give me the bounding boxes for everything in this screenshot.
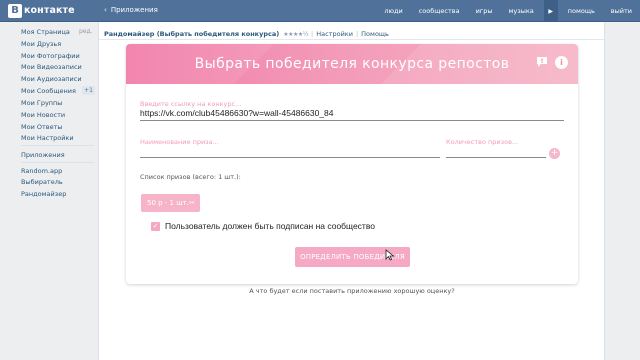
top-bar: В контакте ‹ Приложения люди сообщества …	[0, 0, 640, 22]
nav-people[interactable]: люди	[376, 0, 410, 22]
sidebar-item-chooser[interactable]: Выбиратель	[21, 178, 63, 186]
add-prize-button[interactable]: +	[549, 148, 560, 159]
sidebar-divider	[21, 145, 94, 146]
back-label: Приложения	[110, 6, 158, 14]
remove-prize-icon[interactable]: ✂	[189, 194, 195, 212]
prize-name-underline	[140, 157, 440, 158]
sidebar-item-answers[interactable]: Мои Ответы	[21, 123, 63, 131]
vk-logo-text: контакте	[24, 5, 75, 16]
top-nav: люди сообщества игры музыка ▶ помощь вый…	[376, 0, 640, 22]
info-icon[interactable]: i	[555, 56, 568, 69]
nav-logout[interactable]: выйти	[603, 0, 640, 22]
sidebar-item-apps[interactable]: Приложения	[21, 151, 65, 159]
header-divider	[99, 39, 604, 40]
sidebar-item-news[interactable]: Мои Новости	[21, 111, 65, 119]
sidebar-item-messages[interactable]: Мои Сообщения	[21, 87, 76, 95]
back-to-apps-link[interactable]: ‹ Приложения	[104, 6, 158, 14]
sidebar-item-randomizer[interactable]: Рандомайзер	[21, 190, 66, 198]
app-title[interactable]: Рандомайзер (Выбрать победителя конкурса…	[104, 30, 279, 38]
sidebar-item-my-page[interactable]: Моя Страница	[21, 28, 70, 36]
prize-list-label: Список призов (всего: 1 шт.):	[140, 173, 241, 181]
nav-games[interactable]: игры	[468, 0, 501, 22]
rating-stars-icon: ★★★★½	[283, 30, 309, 38]
message-icon-svg	[537, 57, 547, 67]
prize-chip[interactable]: 50 р - 1 шт. ✂	[141, 194, 200, 212]
nav-communities[interactable]: сообщества	[411, 0, 468, 22]
sidebar-divider	[21, 162, 94, 163]
chevron-left-icon: ‹	[104, 6, 107, 14]
prize-count-underline	[446, 157, 546, 158]
link-field-label: Введите ссылку на конкурс...	[140, 100, 242, 108]
help-link[interactable]: Помощь	[361, 30, 389, 38]
card-banner: Выбрать победителя конкурса репостов i	[126, 44, 578, 84]
sidebar-item-friends[interactable]: Мои Друзья	[21, 40, 61, 48]
sidebar-item-groups[interactable]: Мои Группы	[21, 99, 62, 107]
nav-music[interactable]: музыка	[500, 0, 541, 22]
message-icon[interactable]	[535, 56, 549, 70]
card-title: Выбрать победителя конкурса репостов	[194, 56, 510, 72]
prize-name-input[interactable]: Наименование приза...	[140, 138, 219, 146]
mouse-cursor-icon	[385, 249, 395, 261]
nav-help[interactable]: помощь	[560, 0, 603, 22]
vk-logo[interactable]: В контакте	[8, 3, 75, 18]
subscribe-checkbox-label[interactable]: Пользователь должен быть подписан на соо…	[165, 221, 375, 231]
subscribe-checkbox[interactable]: ✓	[151, 222, 160, 231]
rating-question-link[interactable]: А что будет если поставить приложению хо…	[0, 287, 640, 295]
link-field-input[interactable]: https://vk.com/club45486630?w=wall-45486…	[140, 108, 334, 118]
link-field-underline	[140, 120, 564, 121]
settings-link[interactable]: Настройки	[316, 30, 353, 38]
prize-chip-label: 50 р - 1 шт.	[147, 199, 189, 207]
sidebar-item-audio[interactable]: Мои Аудиозаписи	[21, 75, 82, 83]
sidebar-item-settings[interactable]: Мои Настройки	[21, 134, 74, 142]
sidebar-item-photos[interactable]: Мои Фотографии	[21, 52, 80, 60]
app-header: Рандомайзер (Выбрать победителя конкурса…	[104, 30, 389, 38]
messages-count-badge: +1	[82, 86, 95, 95]
vk-logo-icon: В	[8, 3, 22, 18]
sidebar-item-random-app[interactable]: Random.app	[21, 167, 62, 175]
play-icon[interactable]: ▶	[543, 0, 558, 22]
sidebar-edit-link[interactable]: ред.	[79, 28, 93, 35]
prize-count-input[interactable]: Количество призов...	[446, 138, 518, 146]
sidebar-item-videos[interactable]: Мои Видеозаписи	[21, 63, 82, 71]
